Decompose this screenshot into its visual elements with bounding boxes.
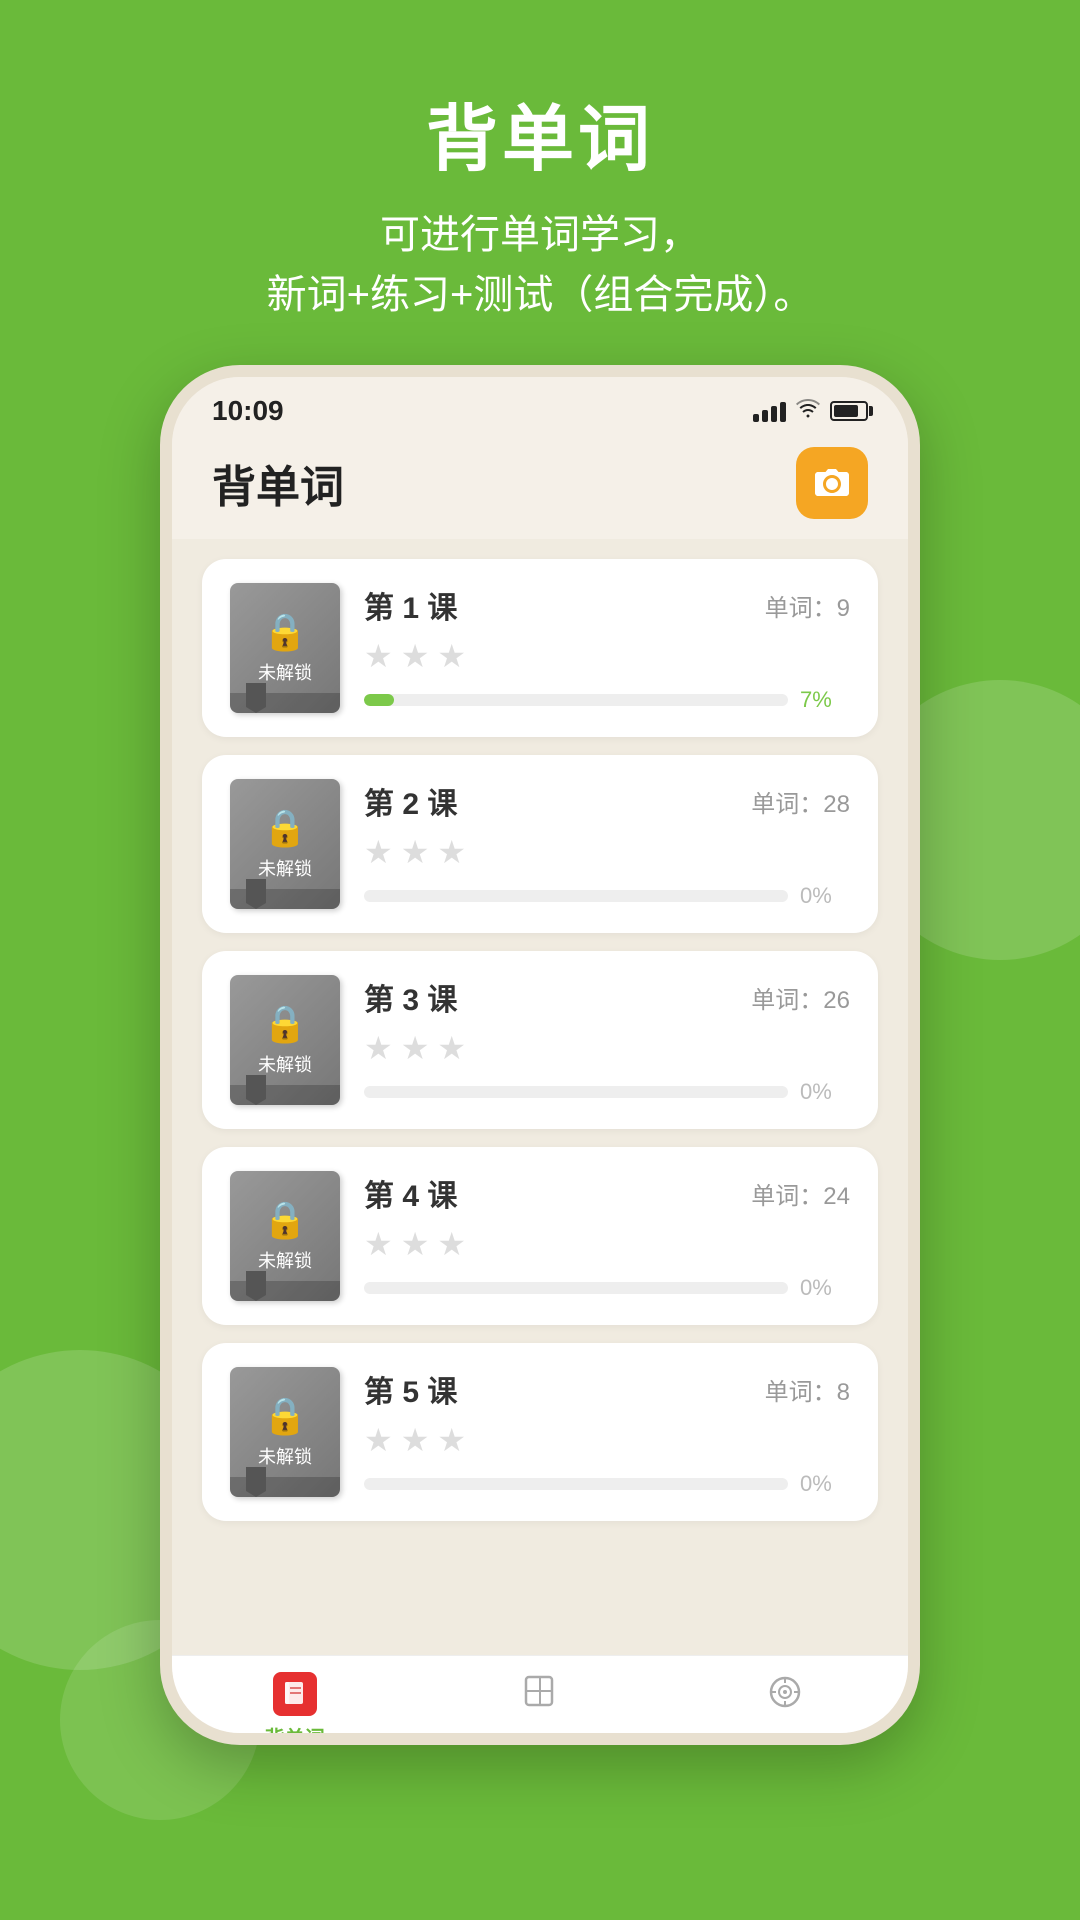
- word-count-3: 单词：26: [751, 980, 850, 1015]
- nav-item-beidan[interactable]: 背单词: [172, 1672, 417, 1745]
- signal-icon: [753, 400, 786, 422]
- stars-2: ★ ★ ★: [364, 833, 850, 871]
- page-header: 背单词 可进行单词学习， 新词+练习+测试（组合完成）。: [267, 0, 814, 365]
- star-2-2: ★: [401, 833, 430, 871]
- nav-icon-wordbook: [520, 1672, 560, 1721]
- lesson-card-2[interactable]: 🔒 未解锁 第 2 课 单词：28 ★ ★ ★: [202, 755, 878, 933]
- nav-item-profile[interactable]: 我的: [663, 1672, 908, 1745]
- lock-icon-1: 🔒: [263, 611, 308, 653]
- lesson-info-5: 第 5 课 单词：8 ★ ★ ★ 0%: [364, 1367, 850, 1497]
- battery-icon: [830, 401, 868, 421]
- book-icon-4: 🔒 未解锁: [230, 1171, 340, 1301]
- status-time: 10:09: [212, 395, 284, 427]
- lesson-card-3[interactable]: 🔒 未解锁 第 3 课 单词：26 ★ ★ ★: [202, 951, 878, 1129]
- lesson-info-4: 第 4 课 单词：24 ★ ★ ★ 0%: [364, 1171, 850, 1301]
- nav-icon-profile: [765, 1672, 805, 1721]
- word-count-1: 单词：9: [765, 588, 850, 623]
- camera-button[interactable]: [796, 447, 868, 519]
- star-3-3: ★: [437, 1029, 466, 1067]
- book-icon-1: 🔒 未解锁: [230, 583, 340, 713]
- status-bar: 10:09: [172, 377, 908, 437]
- star-5-1: ★: [364, 1421, 393, 1459]
- stars-4: ★ ★ ★: [364, 1225, 850, 1263]
- lock-label-1: 未解锁: [258, 659, 312, 685]
- lesson-name-1: 第 1 课: [364, 583, 457, 627]
- lock-label-5: 未解锁: [258, 1443, 312, 1469]
- star-1-2: ★: [401, 637, 430, 675]
- page-subtitle: 可进行单词学习， 新词+练习+测试（组合完成）。: [267, 205, 814, 325]
- word-count-4: 单词：24: [751, 1176, 850, 1211]
- progress-1: 7%: [364, 687, 850, 713]
- lesson-card-5[interactable]: 🔒 未解锁 第 5 课 单词：8 ★ ★ ★: [202, 1343, 878, 1521]
- status-icons: [753, 398, 868, 424]
- progress-2: 0%: [364, 883, 850, 909]
- lesson-name-5: 第 5 课: [364, 1367, 457, 1411]
- star-1-1: ★: [364, 637, 393, 675]
- progress-text-2: 0%: [800, 883, 850, 909]
- lesson-info-2: 第 2 课 单词：28 ★ ★ ★ 0%: [364, 779, 850, 909]
- star-1-3: ★: [437, 637, 466, 675]
- nav-label-wordbook: 单词本: [510, 1727, 570, 1745]
- nav-label-profile: 我的: [765, 1727, 805, 1745]
- stars-1: ★ ★ ★: [364, 637, 850, 675]
- lesson-info-1: 第 1 课 单词：9 ★ ★ ★ 7%: [364, 583, 850, 713]
- stars-3: ★ ★ ★: [364, 1029, 850, 1067]
- star-2-1: ★: [364, 833, 393, 871]
- book-icon-2: 🔒 未解锁: [230, 779, 340, 909]
- star-3-2: ★: [401, 1029, 430, 1067]
- subtitle-line1: 可进行单词学习，: [267, 205, 814, 265]
- progress-text-5: 0%: [800, 1471, 850, 1497]
- star-5-3: ★: [437, 1421, 466, 1459]
- lock-icon-2: 🔒: [263, 807, 308, 849]
- lock-icon-4: 🔒: [263, 1199, 308, 1241]
- book-icon-5: 🔒 未解锁: [230, 1367, 340, 1497]
- progress-text-1: 7%: [800, 687, 850, 713]
- progress-text-3: 0%: [800, 1079, 850, 1105]
- lesson-name-2: 第 2 课: [364, 779, 457, 823]
- bottom-nav: 背单词 单词本: [172, 1655, 908, 1745]
- app-header: 背单词: [172, 437, 908, 539]
- lesson-list: 🔒 未解锁 第 1 课 单词：9 ★ ★ ★: [172, 539, 908, 1655]
- star-4-2: ★: [401, 1225, 430, 1263]
- lesson-info-3: 第 3 课 单词：26 ★ ★ ★ 0%: [364, 975, 850, 1105]
- lesson-name-4: 第 4 课: [364, 1171, 457, 1215]
- star-4-1: ★: [364, 1225, 393, 1263]
- progress-3: 0%: [364, 1079, 850, 1105]
- phone-mockup: 10:09 背单词: [160, 365, 920, 1745]
- lock-label-4: 未解锁: [258, 1247, 312, 1273]
- lesson-name-3: 第 3 课: [364, 975, 457, 1019]
- lesson-card-1[interactable]: 🔒 未解锁 第 1 课 单词：9 ★ ★ ★: [202, 559, 878, 737]
- star-2-3: ★: [437, 833, 466, 871]
- progress-text-4: 0%: [800, 1275, 850, 1301]
- progress-5: 0%: [364, 1471, 850, 1497]
- lock-icon-3: 🔒: [263, 1003, 308, 1045]
- star-4-3: ★: [437, 1225, 466, 1263]
- lesson-card-4[interactable]: 🔒 未解锁 第 4 课 单词：24 ★ ★ ★: [202, 1147, 878, 1325]
- word-count-5: 单词：8: [765, 1372, 850, 1407]
- lock-icon-5: 🔒: [263, 1395, 308, 1437]
- page-title: 背单词: [267, 80, 814, 185]
- word-count-2: 单词：28: [751, 784, 850, 819]
- wifi-icon: [796, 398, 820, 424]
- book-icon-3: 🔒 未解锁: [230, 975, 340, 1105]
- stars-5: ★ ★ ★: [364, 1421, 850, 1459]
- nav-label-beidan: 背单词: [265, 1722, 325, 1745]
- app-header-title: 背单词: [212, 451, 344, 515]
- subtitle-line2: 新词+练习+测试（组合完成）。: [267, 265, 814, 325]
- nav-item-wordbook[interactable]: 单词本: [417, 1672, 662, 1745]
- progress-4: 0%: [364, 1275, 850, 1301]
- lock-label-2: 未解锁: [258, 855, 312, 881]
- star-3-1: ★: [364, 1029, 393, 1067]
- star-5-2: ★: [401, 1421, 430, 1459]
- lock-label-3: 未解锁: [258, 1051, 312, 1077]
- nav-icon-beidan: [273, 1672, 317, 1716]
